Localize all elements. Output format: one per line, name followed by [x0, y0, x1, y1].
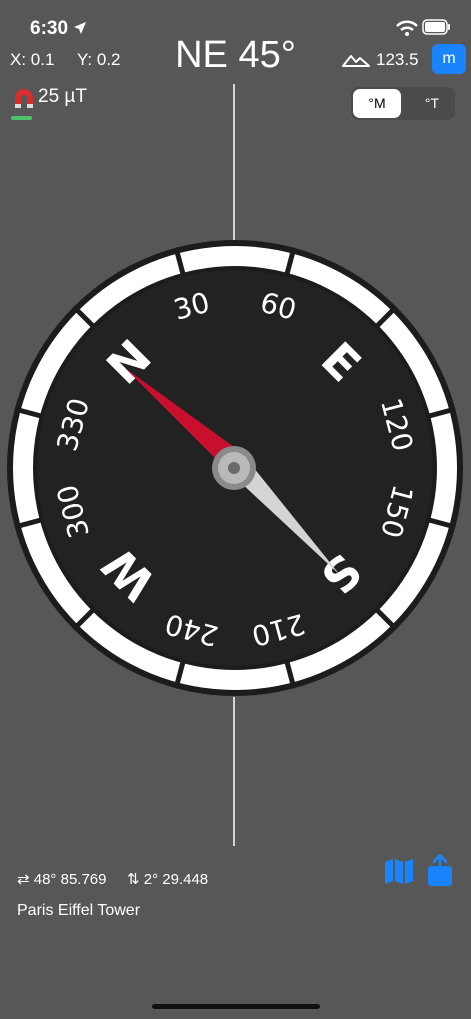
- latitude-readout: ⇅ 2° 29.448: [127, 871, 209, 888]
- share-icon[interactable]: [426, 853, 454, 887]
- location-name: Paris Eiffel Tower: [17, 902, 141, 919]
- compass[interactable]: N E S W 30 60 120 150 210 240 300 330: [0, 60, 471, 880]
- home-indicator: [152, 1004, 320, 1009]
- battery-icon: [422, 19, 450, 35]
- longitude-readout: ⇄ 48° 85.769: [17, 871, 107, 888]
- location-arrow-icon: [74, 22, 87, 34]
- horizontal-arrows-icon: ⇄: [17, 871, 30, 888]
- vertical-arrows-icon: ⇅: [127, 871, 140, 888]
- map-icon[interactable]: [384, 858, 414, 885]
